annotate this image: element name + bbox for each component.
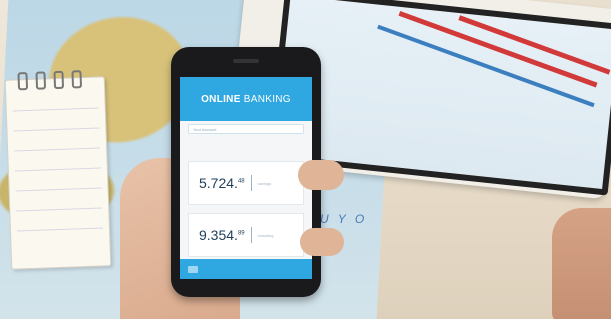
notebook-line xyxy=(13,127,100,132)
map-lettering: U Y O xyxy=(320,212,368,226)
notebook-line xyxy=(14,167,101,172)
notebook-spiral xyxy=(35,71,47,90)
phone-speaker xyxy=(233,59,259,63)
divider xyxy=(250,175,252,191)
notebook-line xyxy=(15,187,102,192)
notebook-line xyxy=(16,207,103,212)
notebook-spiral xyxy=(53,70,65,90)
app-title-rest: BANKING xyxy=(240,93,291,105)
app-title-bold: ONLINE xyxy=(201,93,241,105)
phone-screen: ONLINE BANKING Your Account 5.724.48 sav… xyxy=(180,77,312,279)
notebook-line xyxy=(14,147,101,152)
photo-scene: U Y O ONLINE BANKING Your Account 5.724.… xyxy=(0,0,611,319)
account-selector[interactable]: Your Account xyxy=(188,124,304,134)
tablet-red-stripe xyxy=(398,10,598,88)
tablet-blue-stripe xyxy=(377,24,595,108)
notebook-line xyxy=(16,227,103,232)
menu-icon[interactable] xyxy=(188,266,198,273)
thumb xyxy=(298,160,344,190)
finger xyxy=(300,228,344,256)
balance-amount: 5.724.48 xyxy=(199,175,245,191)
app-title: ONLINE BANKING xyxy=(201,94,291,105)
spiral-notebook xyxy=(4,70,112,270)
balance-amount: 9.354.89 xyxy=(199,227,245,243)
balance-label: checking xyxy=(257,232,274,238)
balance-card[interactable]: 9.354.89 checking xyxy=(188,213,304,257)
balance-label: savings xyxy=(257,180,272,186)
app-footer xyxy=(180,259,312,279)
divider xyxy=(250,227,252,243)
notebook-spiral xyxy=(71,70,83,89)
right-hand xyxy=(552,208,611,319)
app-header: ONLINE BANKING xyxy=(180,77,312,121)
account-selector-label: Your Account xyxy=(193,126,217,132)
notebook-spiral xyxy=(17,72,29,91)
balance-card[interactable]: 5.724.48 savings xyxy=(188,161,304,205)
notebook-line xyxy=(12,107,99,112)
